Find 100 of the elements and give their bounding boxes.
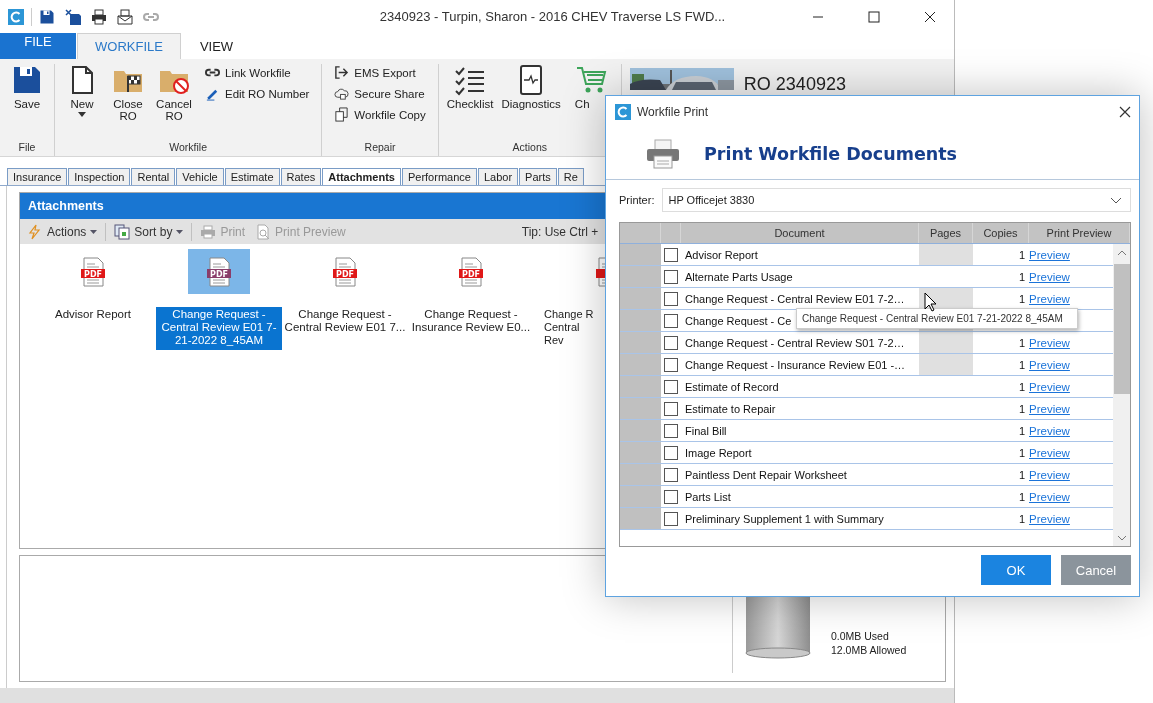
document-tab[interactable]: Insurance [7, 168, 68, 185]
column-header[interactable]: Copies [973, 223, 1029, 243]
preview-link[interactable]: Preview [1029, 336, 1070, 349]
document-tab[interactable]: Performance [401, 168, 477, 185]
document-name: Image Report [685, 446, 752, 459]
checkbox[interactable] [664, 467, 678, 482]
document-tab[interactable]: Estimate [224, 168, 280, 185]
checkbox[interactable] [664, 511, 678, 526]
preview-link[interactable]: Preview [1029, 446, 1070, 459]
preview-link[interactable]: Preview [1029, 380, 1070, 393]
preview-link[interactable]: Preview [1029, 424, 1070, 437]
checkbox[interactable] [664, 445, 678, 460]
lightning-icon [27, 223, 43, 240]
ribbon-button[interactable]: Diagnostics [499, 64, 563, 141]
envelope-print-icon[interactable] [117, 8, 133, 25]
scroll-thumb[interactable] [1113, 264, 1130, 394]
ribbon-button[interactable]: Close RO [107, 64, 149, 141]
ribbon-button[interactable]: Ch [572, 64, 615, 141]
checkbox[interactable] [664, 379, 678, 394]
tip-text: Tip: Use Ctrl + [521, 224, 600, 239]
ribbon-tab[interactable]: WORKFILE [77, 33, 181, 59]
scroll-up-icon[interactable] [1116, 250, 1127, 256]
caret-icon [78, 112, 86, 117]
ribbon-button[interactable]: New [61, 64, 103, 141]
ribbon-button[interactable]: Link Workfile [203, 64, 312, 81]
document-name: Change Request - Central Review E01 7-2… [685, 292, 905, 305]
checkbox[interactable] [664, 291, 678, 306]
preview-link[interactable]: Preview [1029, 248, 1070, 261]
column-header[interactable]: Pages [919, 223, 973, 243]
save-icon [11, 64, 43, 96]
document-tab[interactable]: Re [557, 168, 584, 185]
checkbox[interactable] [664, 313, 678, 328]
toolbar-button[interactable]: Actions [25, 223, 100, 240]
document-tab[interactable]: Rates [280, 168, 322, 185]
ribbon-button[interactable]: EMS Export [332, 64, 428, 81]
scrollbar[interactable] [1113, 244, 1130, 546]
close-icon[interactable] [924, 10, 936, 23]
file-highlight[interactable]: PDF [188, 249, 250, 294]
ok-button[interactable]: OK [981, 555, 1051, 585]
toolbar-button[interactable]: Sort by [112, 223, 186, 240]
scroll-down-icon[interactable] [1116, 535, 1127, 541]
ribbon-button[interactable]: Edit RO Number [203, 85, 312, 102]
preview-link[interactable]: Preview [1029, 468, 1070, 481]
checkbox[interactable] [664, 335, 678, 350]
copies-value: 1 [1018, 358, 1025, 371]
document-name: Preliminary Supplement 1 with Summary [685, 512, 884, 525]
caret-icon [90, 229, 98, 234]
document-tab[interactable]: Parts [519, 168, 557, 185]
export-icon [334, 65, 350, 80]
maximize-icon[interactable] [868, 10, 880, 23]
checkbox[interactable] [664, 357, 678, 372]
ribbon-button[interactable]: Save [6, 64, 48, 141]
preview-link[interactable]: Preview [1029, 512, 1070, 525]
checkbox[interactable] [664, 401, 678, 416]
printer-label: Printer: [619, 194, 655, 206]
copy-icon [334, 107, 350, 122]
document-tab[interactable]: Labor [477, 168, 519, 185]
ribbon-button[interactable]: Workfile Copy [332, 106, 428, 123]
file-name[interactable]: Advisor Report [30, 307, 156, 324]
chevron-down-icon [1110, 196, 1122, 204]
cylinder-icon [745, 595, 811, 659]
preview-link[interactable]: Preview [1029, 358, 1070, 371]
checkbox[interactable] [664, 489, 678, 504]
file-name[interactable]: Change Request - Central Review E01 7-21-2022 8_45AM [156, 307, 282, 350]
printer-dropdown[interactable]: HP Officejet 3830 [662, 188, 1131, 212]
close-icon[interactable] [1119, 106, 1131, 118]
group-label: Workfile [168, 141, 209, 155]
document-name: Alternate Parts Usage [685, 270, 793, 283]
ro-number: RO 2340923 [743, 73, 846, 95]
document-tab[interactable]: Vehicle [176, 168, 224, 185]
checkbox[interactable] [664, 247, 678, 262]
document-name: Final Bill [685, 424, 727, 437]
ribbon-tab[interactable]: FILE [0, 33, 76, 59]
ribbon-button[interactable]: Checklist [444, 64, 496, 141]
checkbox[interactable] [664, 423, 678, 438]
preview-icon [255, 223, 272, 240]
document-tab[interactable]: Attachments [322, 168, 401, 185]
preview-link[interactable]: Preview [1029, 402, 1070, 415]
document-name: Advisor Report [685, 248, 758, 261]
app-logo-icon [8, 8, 24, 25]
copies-value: 1 [1018, 380, 1025, 393]
printer-icon[interactable] [91, 8, 107, 25]
save-close-icon[interactable] [65, 8, 81, 25]
column-header[interactable]: Print Preview [1029, 223, 1130, 243]
copies-value: 1 [1018, 424, 1025, 437]
caret-icon [176, 229, 184, 234]
copies-value: 1 [1018, 402, 1025, 415]
file-name[interactable]: Change Request - Insurance Review E0... [408, 307, 534, 337]
save-icon[interactable] [39, 8, 55, 25]
preview-link[interactable]: Preview [1029, 270, 1070, 283]
preview-link[interactable]: Preview [1029, 292, 1070, 305]
ribbon-button[interactable]: Cancel RO [153, 64, 195, 141]
column-header[interactable]: Document [681, 223, 919, 243]
checkbox[interactable] [664, 269, 678, 284]
preview-link[interactable]: Preview [1029, 490, 1070, 503]
document-tab[interactable]: Rental [131, 168, 176, 185]
ribbon-button[interactable]: Secure Share [332, 85, 428, 102]
file-name[interactable]: Change Request - Central Review E01 7... [282, 307, 408, 337]
file-name[interactable]: Change R Central Rev [544, 307, 602, 350]
document-tab[interactable]: Inspection [68, 168, 131, 185]
